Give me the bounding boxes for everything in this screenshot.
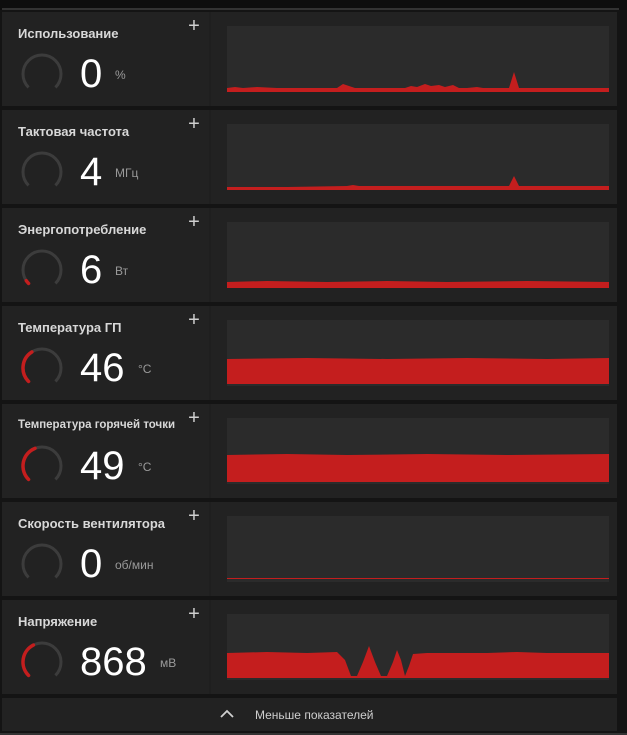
metric-row-hotspot-temp: Температура горячей точки + 49 °C [2,404,617,498]
chart-panel [211,12,617,106]
history-chart [227,320,609,386]
chart-panel [211,306,617,400]
metric-row-gpu-temp: Температура ГП + 46 °C [2,306,617,400]
plus-icon[interactable]: + [186,506,202,526]
gauge-fill [21,350,34,384]
history-chart [227,418,609,484]
history-chart [227,614,609,680]
metric-value: 49 [80,444,125,488]
plus-icon[interactable]: + [186,212,202,232]
metric-row-fan-speed: Скорость вентилятора + 0 об/мин [2,502,617,596]
gauge-icon [21,445,63,482]
metrics-list: Использование + 0 % Тактовая частота + 4… [2,12,617,698]
metric-label: Температура ГП [18,320,122,335]
gauge-icon [21,249,63,286]
chart-panel [211,110,617,204]
less-metrics-toggle[interactable]: Меньше показателей [2,698,617,731]
gauge-icon [21,347,63,384]
gauge-icon [21,53,63,89]
gauge-track [21,249,63,285]
metric-panel: Напряжение + 868 мВ [2,600,209,694]
history-chart [227,516,609,582]
chevron-up-icon [220,709,234,718]
chart-panel [211,502,617,596]
metric-unit: мВ [160,656,177,670]
metric-value: 0 [80,542,103,586]
metric-unit: % [115,68,126,82]
metric-value: 4 [80,150,103,194]
metric-row-usage: Использование + 0 % [2,12,617,106]
metric-row-voltage: Напряжение + 868 мВ [2,600,617,694]
metric-unit: °C [138,460,152,474]
metric-panel: Температура горячей точки + 49 °C [2,404,209,498]
metric-panel: Температура ГП + 46 °C [2,306,209,400]
metric-panel: Тактовая частота + 4 МГц [2,110,209,204]
history-chart [227,26,609,92]
gauge-fill [24,278,31,286]
metric-label: Скорость вентилятора [18,516,165,531]
metric-panel: Использование + 0 % [2,12,209,106]
metric-unit: °C [138,362,152,376]
metric-label: Использование [18,26,119,41]
chart-panel [211,404,617,498]
gauge-icon [21,151,63,187]
metric-label: Температура горячей точки [18,419,176,431]
less-metrics-label: Меньше показателей [255,708,374,722]
gauge-track [21,151,63,187]
metric-unit: об/мин [115,558,154,572]
metric-value: 868 [80,640,147,684]
metric-label: Напряжение [18,614,98,629]
metric-panel: Энергопотребление + 6 Вт [2,208,209,302]
chart-panel [211,208,617,302]
metric-label: Тактовая частота [18,124,130,139]
metric-row-power: Энергопотребление + 6 Вт [2,208,617,302]
gauge-track [21,53,63,89]
metric-unit: МГц [115,166,139,180]
metric-row-clock: Тактовая частота + 4 МГц [2,110,617,204]
gauge-icon [21,641,63,678]
top-bar [0,0,627,10]
gauge-icon [21,543,63,579]
plus-icon[interactable]: + [186,16,202,36]
plus-icon[interactable]: + [186,114,202,134]
metric-panel: Скорость вентилятора + 0 об/мин [2,502,209,596]
gauge-track [21,543,63,579]
metric-value: 46 [80,346,125,390]
metric-unit: Вт [115,264,129,278]
gauge-fill [21,446,37,482]
history-chart [227,124,609,190]
gauge-fill [21,643,36,678]
plus-icon[interactable]: + [186,310,202,330]
metric-label: Энергопотребление [18,222,147,237]
chart-panel [211,600,617,694]
plus-icon[interactable]: + [186,408,202,428]
metric-value: 6 [80,248,103,292]
history-chart [227,222,609,288]
metric-value: 0 [80,52,103,96]
plus-icon[interactable]: + [186,604,202,624]
